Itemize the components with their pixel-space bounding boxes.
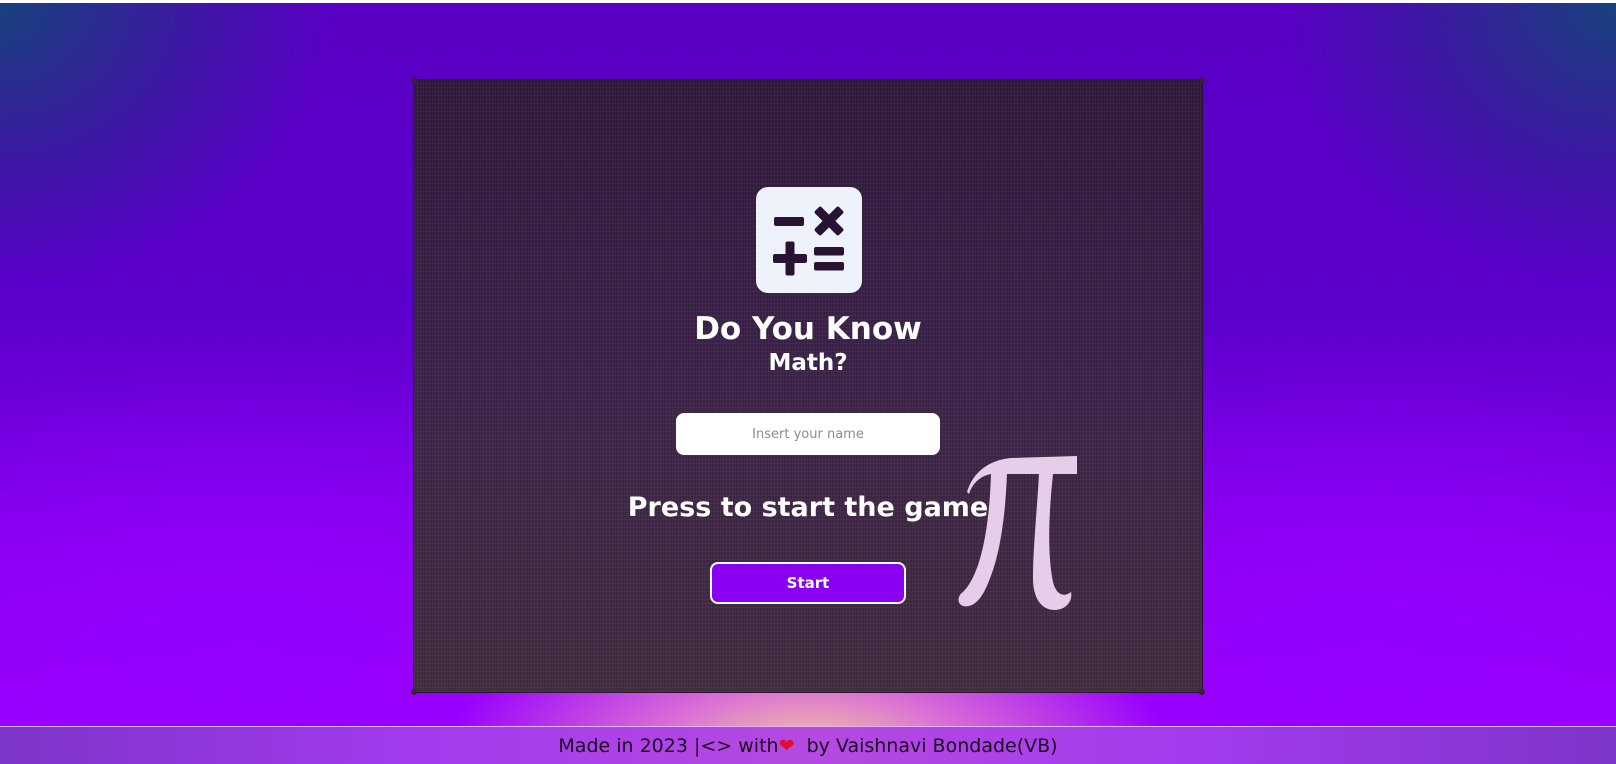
footer-text-before: Made in 2023 |<> with <box>558 735 779 757</box>
pi-icon <box>949 452 1089 612</box>
footer-text-after: by Vaishnavi Bondade(VB) <box>794 735 1058 757</box>
card-corner-dot <box>411 77 417 83</box>
heart-icon: ❤ <box>778 735 795 757</box>
game-title: Do You Know <box>694 311 922 347</box>
card-corner-dot <box>1199 77 1205 83</box>
top-border <box>0 0 1616 3</box>
calculator-symbols-icon <box>756 187 862 293</box>
name-input[interactable] <box>676 413 940 455</box>
start-button[interactable]: Start <box>710 562 906 604</box>
card-corner-dot <box>411 689 417 695</box>
start-prompt: Press to start the game <box>627 492 989 523</box>
game-card: Do You Know Math? Press to start the gam… <box>411 77 1205 695</box>
game-subtitle: Math? <box>768 350 848 376</box>
footer: Made in 2023 |<> with❤ by Vaishnavi Bond… <box>0 726 1616 764</box>
card-corner-dot <box>1199 689 1205 695</box>
